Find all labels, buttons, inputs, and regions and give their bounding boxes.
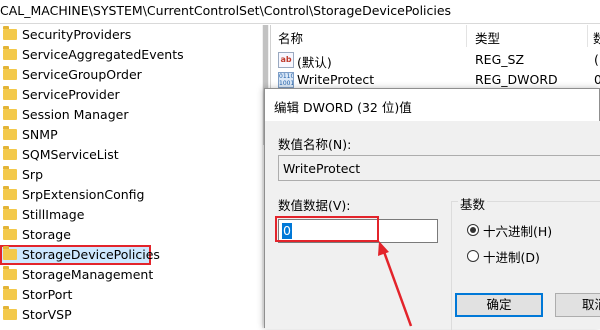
value-name: WriteProtect: [297, 72, 375, 87]
value-name: (默认): [297, 55, 332, 70]
value-type: REG_DWORD: [475, 72, 558, 87]
list-row[interactable]: ab (默认) REG_SZ (: [271, 50, 600, 70]
tree-item[interactable]: Storage: [0, 225, 262, 245]
tree-item[interactable]: SQMServiceList: [0, 145, 262, 165]
dialog-title: 编辑 DWORD (32 位)值: [274, 100, 412, 115]
column-header-name[interactable]: 名称: [278, 25, 468, 47]
address-path: CAL_MACHINE\SYSTEM\CurrentControlSet\Con…: [0, 3, 452, 18]
tree-item-label: Storage: [22, 227, 71, 242]
folder-icon: [3, 86, 17, 100]
value-data: 0: [594, 72, 600, 87]
arrow-head: [378, 241, 389, 256]
tree-item-label: ServiceProvider: [22, 87, 120, 102]
dword-value-icon: 0110 1001: [278, 72, 294, 88]
annotation-arrow: [378, 241, 413, 327]
dec-radio-label[interactable]: 十进制(D): [483, 247, 540, 266]
tree-item[interactable]: SrpExtensionConfig: [0, 185, 262, 205]
tree-item-label: StillImage: [22, 207, 85, 222]
folder-icon: [3, 186, 17, 200]
hex-radio[interactable]: [467, 224, 479, 236]
folder-icon: [3, 286, 17, 300]
tree-item-label: Srp: [22, 167, 44, 182]
hex-radio-label[interactable]: 十六进制(H): [483, 221, 552, 240]
tree-item[interactable]: ServiceGroupOrder: [0, 65, 262, 85]
value-type: REG_SZ: [475, 52, 525, 67]
column-data-label: 数: [593, 31, 600, 46]
folder-icon: [3, 126, 17, 140]
tree-item[interactable]: ServiceAggregatedEvents: [0, 45, 262, 65]
folder-icon: [3, 46, 17, 60]
value-data-highlight: [275, 216, 379, 242]
ok-button-label: 确定: [486, 297, 512, 312]
tree-item[interactable]: StorageDevicePolicies: [0, 245, 262, 265]
folder-icon: [3, 166, 17, 180]
string-value-icon: ab: [278, 52, 294, 68]
address-bar[interactable]: CAL_MACHINE\SYSTEM\CurrentControlSet\Con…: [0, 0, 600, 24]
edit-dword-dialog: 编辑 DWORD (32 位)值 数值名称(N): WriteProtect 数…: [264, 88, 600, 330]
cancel-button-label: 取消: [582, 297, 600, 312]
tree-item-label: SrpExtensionConfig: [22, 187, 145, 202]
tree-item[interactable]: StorPort: [0, 285, 262, 305]
value-name-label: 数值名称(N):: [278, 137, 352, 152]
value-name-text: WriteProtect: [283, 161, 361, 176]
list-row[interactable]: 0110 1001 WriteProtect REG_DWORD 0: [271, 70, 600, 90]
tree-item[interactable]: StorVSP: [0, 305, 262, 325]
tree-item-label: Session Manager: [22, 107, 129, 122]
value-name-field: WriteProtect: [278, 155, 600, 181]
tree-item-label: ServiceAggregatedEvents: [22, 47, 184, 62]
column-separator[interactable]: [466, 25, 467, 47]
tree-item-label: ServiceGroupOrder: [22, 67, 142, 82]
folder-icon: [3, 146, 17, 160]
folder-icon: [3, 306, 17, 320]
cancel-button[interactable]: 取消: [555, 293, 600, 317]
tree-item[interactable]: ServiceProvider: [0, 85, 262, 105]
tree-item[interactable]: Srp: [0, 165, 262, 185]
tree-item[interactable]: Session Manager: [0, 105, 262, 125]
tree-item[interactable]: SNMP: [0, 125, 262, 145]
value-data-label: 数值数据(V):: [278, 198, 351, 213]
dec-radio[interactable]: [467, 250, 479, 262]
folder-icon: [3, 226, 17, 240]
tree-item[interactable]: StorageManagement: [0, 265, 262, 285]
folder-icon: [3, 26, 17, 40]
column-name-label: 名称: [278, 31, 304, 46]
tree-item-label: StorVSP: [22, 307, 72, 322]
tree-item[interactable]: SecurityProviders: [0, 25, 262, 45]
folder-icon: [3, 66, 17, 80]
folder-icon: [3, 266, 17, 280]
column-header-type[interactable]: 类型: [475, 25, 585, 47]
value-data: (: [594, 52, 599, 67]
column-header-data[interactable]: 数: [593, 25, 600, 47]
tree-item-label: SecurityProviders: [22, 27, 132, 42]
arrow-shaft: [381, 248, 413, 327]
base-label: 基数: [458, 194, 488, 213]
tree-item-label: StorageDevicePolicies: [22, 247, 160, 262]
folder-icon: [3, 106, 17, 120]
tree-item-label: StorageManagement: [22, 267, 154, 282]
column-type-label: 类型: [475, 31, 501, 46]
tree-item-label: StorPort: [22, 287, 73, 302]
tree-item-label: SNMP: [22, 127, 58, 142]
folder-icon: [3, 246, 17, 260]
dialog-body: 数值名称(N): WriteProtect 数值数据(V): 0 基数 十六进制…: [265, 121, 600, 330]
column-separator[interactable]: [587, 25, 588, 47]
tree-item-label: SQMServiceList: [22, 147, 119, 162]
folder-icon: [3, 206, 17, 220]
ok-button[interactable]: 确定: [455, 293, 543, 317]
tree-item[interactable]: StillImage: [0, 205, 262, 225]
registry-tree[interactable]: SecurityProviders ServiceAggregatedEvents…: [0, 25, 262, 328]
